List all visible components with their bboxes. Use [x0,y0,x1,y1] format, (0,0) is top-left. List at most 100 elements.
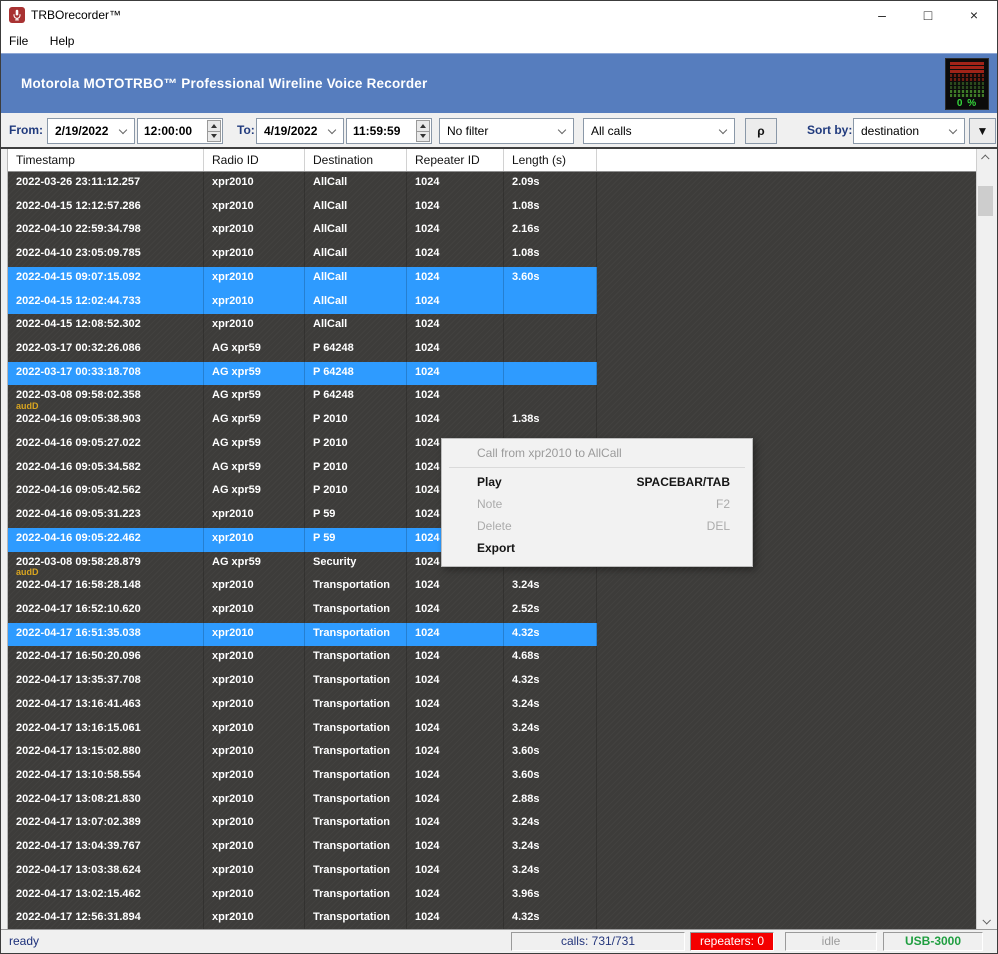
close-button[interactable]: × [951,1,997,29]
repeater-id-cell: 1024 [407,172,504,196]
expand-filter-button[interactable]: ▼ [969,118,996,144]
table-row[interactable]: 2022-04-17 16:58:28.148xpr2010Transporta… [8,575,976,599]
table-row[interactable]: 2022-04-17 13:08:21.830xpr2010Transporta… [8,789,976,813]
sort-combobox[interactable]: destination [853,118,965,144]
table-row[interactable]: 2022-04-17 16:50:20.096xpr2010Transporta… [8,646,976,670]
table-row[interactable]: 2022-03-17 00:33:18.708AG xpr59P 6424810… [8,362,976,386]
table-row[interactable]: 2022-03-17 00:32:26.086AG xpr59P 6424810… [8,338,976,362]
repeater-id-cell: 1024 [407,718,504,742]
radio-id-cell: AG xpr59 [204,552,305,576]
filter-combobox[interactable]: No filter [439,118,574,144]
spin-up-icon[interactable] [416,120,430,132]
table-row[interactable]: 2022-04-17 13:04:39.767xpr2010Transporta… [8,836,976,860]
menu-item-label: Note [477,493,502,515]
timestamp-cell: 2022-04-16 09:05:31.223 [8,504,204,528]
table-row[interactable]: 2022-04-17 13:35:37.708xpr2010Transporta… [8,670,976,694]
timestamp-cell: 2022-03-26 23:11:12.257 [8,172,204,196]
length-cell: 2.52s [504,599,597,623]
table-row[interactable]: 2022-04-17 13:07:02.389xpr2010Transporta… [8,812,976,836]
table-row[interactable]: 2022-04-17 13:02:15.462xpr2010Transporta… [8,884,976,908]
table-row[interactable]: 2022-04-17 16:51:35.038xpr2010Transporta… [8,623,976,647]
from-date-combobox[interactable]: 2/19/2022 [47,118,135,144]
table-row[interactable]: 2022-04-16 09:05:38.903AG xpr59P 2010102… [8,409,976,433]
menu-item-export[interactable]: Export [442,537,752,559]
destination-cell: Transportation [305,884,407,908]
repeater-id-cell: 1024 [407,219,504,243]
timestamp-cell: 2022-04-17 16:58:28.148 [8,575,204,599]
timestamp-cell: 2022-03-17 00:33:18.708 [8,362,204,386]
timestamp-cell: 2022-04-17 13:07:02.389 [8,812,204,836]
radio-id-cell: xpr2010 [204,670,305,694]
table-row[interactable]: 2022-04-17 13:16:15.061xpr2010Transporta… [8,718,976,742]
scroll-up-icon[interactable] [977,149,995,166]
to-time-spinner[interactable]: 11:59:59 PM [346,118,432,144]
spin-down-icon[interactable] [207,132,221,143]
status-repeaters: repeaters: 0 [690,932,774,951]
timestamp-cell: 2022-04-17 16:51:35.038 [8,623,204,647]
vertical-scrollbar[interactable] [976,149,994,929]
column-header-timestamp[interactable]: Timestamp [8,149,204,171]
length-cell: 3.60s [504,267,597,291]
table-row[interactable]: 2022-04-15 12:02:44.733xpr2010AllCall102… [8,291,976,315]
table-row[interactable]: 2022-04-17 13:03:38.624xpr2010Transporta… [8,860,976,884]
table-row[interactable]: 2022-04-10 23:05:09.785xpr2010AllCall102… [8,243,976,267]
table-row[interactable]: 2022-04-10 22:59:34.798xpr2010AllCall102… [8,219,976,243]
repeater-id-cell: 1024 [407,291,504,315]
spin-up-icon[interactable] [207,120,221,132]
status-idle: idle [785,932,877,951]
spin-down-icon[interactable] [416,132,430,143]
length-cell: 3.60s [504,741,597,765]
length-cell: 4.32s [504,907,597,929]
table-row[interactable]: 2022-04-17 13:16:41.463xpr2010Transporta… [8,694,976,718]
radio-id-cell: xpr2010 [204,172,305,196]
to-date-combobox[interactable]: 4/19/2022 [256,118,344,144]
table-row[interactable]: 2022-04-15 09:07:15.092xpr2010AllCall102… [8,267,976,291]
from-time-spinner[interactable]: 12:00:00 AM [137,118,223,144]
radio-id-cell: xpr2010 [204,243,305,267]
repeater-id-cell: 1024 [407,385,504,409]
banner-title: Motorola MOTOTRBO™ Professional Wireline… [21,54,427,114]
repeater-id-cell: 1024 [407,196,504,220]
banner: Motorola MOTOTRBO™ Professional Wireline… [1,53,997,113]
scrollbar-thumb[interactable] [978,186,993,216]
vu-meter-percent: 0 % [950,98,984,109]
length-cell: 3.24s [504,694,597,718]
to-label: To: [237,113,255,147]
table-row[interactable]: 2022-04-15 12:08:52.302xpr2010AllCall102… [8,314,976,338]
radio-id-cell: AG xpr59 [204,433,305,457]
radio-id-cell: xpr2010 [204,575,305,599]
destination-cell: Transportation [305,670,407,694]
table-row[interactable]: 2022-03-26 23:11:12.257xpr2010AllCall102… [8,172,976,196]
timestamp-cell: 2022-04-17 16:50:20.096 [8,646,204,670]
menu-item-play[interactable]: PlaySPACEBAR/TAB [442,471,752,493]
menu-help[interactable]: Help [50,29,84,53]
search-button[interactable]: ρ [745,118,777,144]
menu-file[interactable]: File [9,29,37,53]
table-row[interactable]: 2022-03-08 09:58:02.358audDAG xpr59P 642… [8,385,976,409]
table-row[interactable]: 2022-04-17 16:52:10.620xpr2010Transporta… [8,599,976,623]
destination-cell: Transportation [305,836,407,860]
column-header-radio-id[interactable]: Radio ID [204,149,305,171]
radio-id-cell: xpr2010 [204,623,305,647]
radio-id-cell: xpr2010 [204,789,305,813]
timestamp-cell: 2022-04-16 09:05:22.462 [8,528,204,552]
length-cell: 3.96s [504,884,597,908]
timestamp-cell: 2022-04-16 09:05:27.022 [8,433,204,457]
menu-item-label: Export [477,537,515,559]
table-row[interactable]: 2022-04-17 13:15:02.880xpr2010Transporta… [8,741,976,765]
column-header-repeater-id[interactable]: Repeater ID [407,149,504,171]
length-cell: 2.16s [504,219,597,243]
column-header-length-s[interactable]: Length (s) [504,149,597,171]
timestamp-cell: 2022-04-17 13:16:15.061 [8,718,204,742]
scroll-down-icon[interactable] [977,912,995,929]
minimize-button[interactable]: – [859,1,905,29]
destination-cell: AllCall [305,243,407,267]
table-row[interactable]: 2022-04-17 12:56:31.894xpr2010Transporta… [8,907,976,929]
table-row[interactable]: 2022-04-15 12:12:57.286xpr2010AllCall102… [8,196,976,220]
menu-item-delete: DeleteDEL [442,515,752,537]
maximize-button[interactable]: □ [905,1,951,29]
call-type-combobox[interactable]: All calls [583,118,735,144]
table-row[interactable]: 2022-04-17 13:10:58.554xpr2010Transporta… [8,765,976,789]
length-cell [504,314,597,338]
column-header-destination[interactable]: Destination [305,149,407,171]
